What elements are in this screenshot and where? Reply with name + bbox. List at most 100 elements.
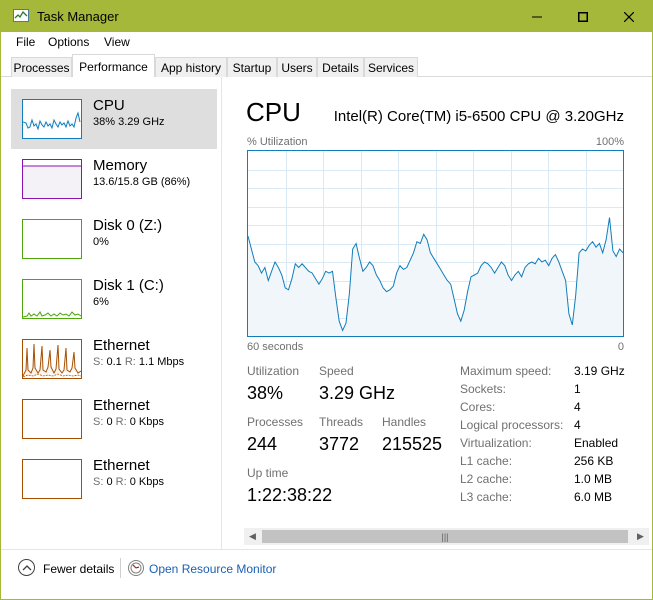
resource-item-disk-0[interactable]: Disk 0 (Z:) 0% <box>11 209 217 269</box>
menu-file[interactable]: File <box>16 35 35 49</box>
tab-users[interactable]: Users <box>277 57 317 77</box>
resource-item-memory[interactable]: Memory 13.6/15.8 GB (86%) <box>11 149 217 209</box>
utilization-label: Utilization <box>247 364 300 378</box>
resource-name: Ethernet <box>93 337 150 354</box>
uptime-value: 1:22:38:22 <box>247 485 333 505</box>
spec-value: 1.0 MB <box>574 472 613 486</box>
tab-app-history[interactable]: App history <box>155 57 227 77</box>
send-label: S: <box>93 416 104 428</box>
resource-detail: S: 0 R: 0 Kbps <box>93 416 164 428</box>
resource-detail: 0% <box>93 236 109 248</box>
uptime-label: Up time <box>247 466 289 480</box>
graph-label: % Utilization <box>247 136 308 148</box>
resource-item-cpu[interactable]: CPU 38% 3.29 GHz <box>11 89 217 149</box>
cpu-graph-svg <box>248 151 623 336</box>
chevron-up-icon[interactable] <box>18 559 35 576</box>
ethernet-1-thumbnail <box>22 339 82 379</box>
spec-value: 3.19 GHz <box>574 364 625 378</box>
maximize-button[interactable] <box>560 1 606 32</box>
menu-bar: File Options View <box>1 32 652 53</box>
graph-axis-left: 60 seconds <box>247 341 304 353</box>
resource-detail: 13.6/15.8 GB (86%) <box>93 176 191 188</box>
resource-item-ethernet-1[interactable]: Ethernet S: 0.1 R: 1.1 Mbps <box>11 329 217 389</box>
resource-list: CPU 38% 3.29 GHz Memory 13.6/15.8 GB (86… <box>1 77 222 549</box>
resource-detail: 38% 3.29 GHz <box>93 116 165 128</box>
cpu-thumbnail <box>22 99 82 139</box>
scroll-right-arrow-icon[interactable]: ▶ <box>632 528 649 545</box>
receive-value: 0 Kbps <box>129 476 164 488</box>
tab-startup[interactable]: Startup <box>227 57 277 77</box>
memory-thumbnail <box>22 159 82 199</box>
task-manager-icon <box>13 9 29 22</box>
tab-services[interactable]: Services <box>364 57 418 77</box>
resource-detail: S: 0.1 R: 1.1 Mbps <box>93 356 184 368</box>
menu-view[interactable]: View <box>104 35 130 49</box>
cpu-utilization-graph <box>247 150 624 337</box>
tab-details[interactable]: Details <box>317 57 364 77</box>
send-label: S: <box>93 356 104 368</box>
performance-content: CPU 38% 3.29 GHz Memory 13.6/15.8 GB (86… <box>1 77 652 549</box>
menu-options[interactable]: Options <box>48 35 89 49</box>
spec-label: L2 cache: <box>460 472 513 486</box>
spec-label: Logical processors: <box>460 418 564 432</box>
spec-value: 256 KB <box>574 454 614 468</box>
minimize-button[interactable] <box>514 1 560 32</box>
processes-label: Processes <box>247 415 304 429</box>
speed-label: Speed <box>319 364 354 378</box>
disk-0-thumbnail <box>22 219 82 259</box>
footer-separator <box>120 558 121 578</box>
tab-bar: Processes Performance App history Startu… <box>1 53 652 78</box>
cpu-model: Intel(R) Core(TM) i5-6500 CPU @ 3.20GHz <box>333 108 624 125</box>
resource-item-disk-1[interactable]: Disk 1 (C:) 6% <box>11 269 217 329</box>
resource-name: Memory <box>93 157 148 174</box>
cpu-title: CPU <box>246 97 301 127</box>
spec-label: L3 cache: <box>460 490 513 504</box>
resource-detail: S: 0 R: 0 Kbps <box>93 476 164 488</box>
title-bar[interactable]: Task Manager <box>1 1 652 32</box>
spec-value: 4 <box>574 418 581 432</box>
ethernet-3-thumbnail <box>22 459 82 499</box>
spec-label: Virtualization: <box>460 436 532 450</box>
threads-label: Threads <box>319 415 364 429</box>
graph-max: 100% <box>595 136 624 148</box>
fewer-details-link[interactable]: Fewer details <box>43 562 114 576</box>
scroll-left-arrow-icon[interactable]: ◀ <box>244 528 261 545</box>
resource-detail: 6% <box>93 296 109 308</box>
resource-name: Disk 0 (Z:) <box>93 217 163 234</box>
resource-name: Ethernet <box>93 457 150 474</box>
threads-value: 3772 <box>319 434 360 454</box>
receive-value: 1.1 Mbps <box>138 356 185 368</box>
spec-label: L1 cache: <box>460 454 513 468</box>
speed-value: 3.29 GHz <box>319 383 396 403</box>
resource-item-ethernet-3[interactable]: Ethernet S: 0 R: 0 Kbps <box>11 449 217 509</box>
handles-label: Handles <box>382 415 427 429</box>
tab-processes[interactable]: Processes <box>11 57 72 77</box>
spec-label: Cores: <box>460 400 496 414</box>
task-manager-window: Task Manager File Options View Processes… <box>0 0 653 600</box>
resource-name: Ethernet <box>93 397 150 414</box>
resource-name: CPU <box>93 97 125 114</box>
cpu-utilization-area <box>248 217 623 336</box>
disk-1-thumbnail <box>22 279 82 319</box>
receive-label: R: <box>124 356 136 368</box>
scrollbar-thumb[interactable]: ||| <box>262 530 628 543</box>
send-label: S: <box>93 476 104 488</box>
horizontal-scrollbar[interactable]: ◀ ||| ▶ <box>244 528 649 545</box>
tab-performance[interactable]: Performance <box>72 54 155 78</box>
receive-label: R: <box>115 416 127 428</box>
resource-name: Disk 1 (C:) <box>93 277 164 294</box>
open-resource-monitor-link[interactable]: Open Resource Monitor <box>149 562 276 576</box>
footer-bar: Fewer details Open Resource Monitor <box>1 549 652 599</box>
resource-monitor-icon[interactable] <box>128 560 144 576</box>
resource-item-ethernet-2[interactable]: Ethernet S: 0 R: 0 Kbps <box>11 389 217 449</box>
spec-value: Enabled <box>574 436 619 450</box>
minimize-icon <box>532 16 542 17</box>
close-button[interactable] <box>606 1 652 32</box>
receive-value: 0 Kbps <box>129 416 164 428</box>
processes-value: 244 <box>247 434 278 454</box>
spec-value: 1 <box>574 382 581 396</box>
spec-value: 4 <box>574 400 581 414</box>
close-icon <box>624 11 634 22</box>
spec-label: Sockets: <box>460 382 507 396</box>
send-value: 0 <box>106 476 113 488</box>
